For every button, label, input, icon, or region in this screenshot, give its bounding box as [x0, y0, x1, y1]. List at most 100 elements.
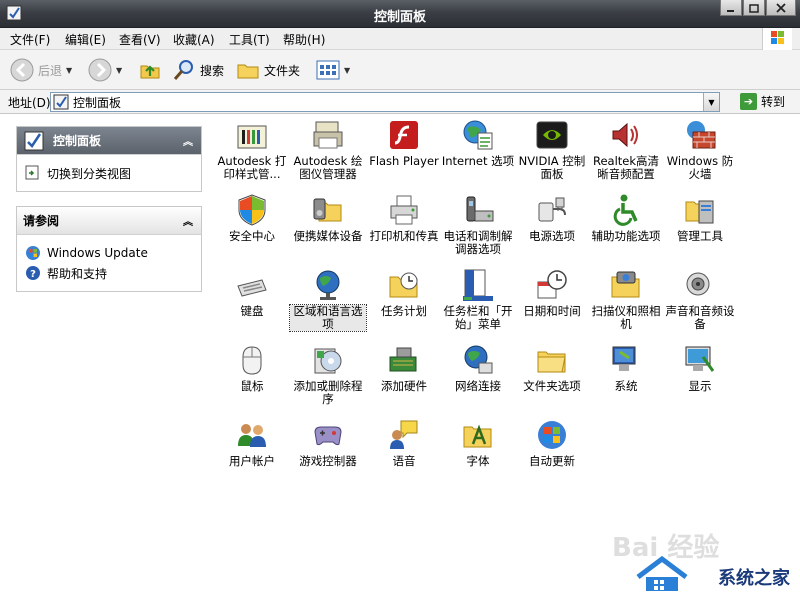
- item-admin-tools[interactable]: 管理工具: [662, 193, 738, 265]
- forward-button[interactable]: ▼: [88, 57, 122, 83]
- nvidia-icon: [536, 121, 568, 149]
- item-label: 便携媒体设备: [293, 229, 363, 243]
- item-security-center[interactable]: 安全中心: [214, 193, 290, 265]
- house-logo-icon: [636, 555, 688, 591]
- address-field[interactable]: 控制面板 ▼: [50, 92, 720, 112]
- collapse-icon[interactable]: ︽: [183, 133, 193, 148]
- item-network-connections[interactable]: 网络连接: [440, 343, 516, 415]
- item-label: 字体: [466, 454, 490, 468]
- item-add-remove-programs[interactable]: 添加或删除程序: [290, 343, 366, 415]
- chevron-down-icon[interactable]: ▼: [66, 66, 72, 75]
- item-portable-media[interactable]: 便携媒体设备: [290, 193, 366, 265]
- item-flash-player[interactable]: Flash Player: [366, 118, 442, 190]
- folder-icon: [237, 64, 259, 79]
- menu-file[interactable]: 文件(F): [10, 31, 50, 48]
- item-sound-audio[interactable]: 声音和音频设备: [662, 268, 738, 340]
- menu-tools[interactable]: 工具(T): [229, 31, 270, 48]
- address-dropdown-button[interactable]: ▼: [703, 93, 719, 111]
- menu-bar: 文件(F) 编辑(E) 查看(V) 收藏(A) 工具(T) 帮助(H): [0, 28, 800, 50]
- item-folder-options[interactable]: 文件夹选项: [514, 343, 590, 415]
- see-also-header[interactable]: 请参阅 ︽: [17, 207, 201, 235]
- item-printers-faxes[interactable]: 打印机和传真: [366, 193, 442, 265]
- item-scheduled-tasks[interactable]: 任务计划: [366, 268, 442, 340]
- item-user-accounts[interactable]: 用户帐户: [214, 418, 290, 490]
- control-panel-panel: 控制面板 ︽ 切换到分类视图: [16, 126, 202, 192]
- item-add-hardware[interactable]: 添加硬件: [366, 343, 442, 415]
- menu-favorites[interactable]: 收藏(A): [173, 31, 215, 48]
- title-bar[interactable]: 控制面板: [0, 0, 800, 28]
- collapse-icon[interactable]: ︽: [183, 213, 193, 228]
- item-keyboard[interactable]: 键盘: [214, 268, 290, 340]
- item-automatic-updates[interactable]: 自动更新: [514, 418, 590, 490]
- item-phone-modem[interactable]: 电话和调制解调器选项: [440, 193, 516, 265]
- item-label: Realtek高清晰音频配置: [592, 154, 660, 181]
- menu-edit[interactable]: 编辑(E): [65, 31, 106, 48]
- speaker-icon: [686, 272, 710, 296]
- switch-category-view-link[interactable]: 切换到分类视图: [25, 163, 193, 183]
- minimize-button[interactable]: [720, 0, 742, 16]
- back-button[interactable]: 后退 ▼: [10, 57, 72, 83]
- item-regional-language[interactable]: 区域和语言选项: [289, 268, 367, 340]
- item-fonts[interactable]: 字体: [440, 418, 516, 490]
- item-label: 文件夹选项: [523, 379, 581, 393]
- item-autodesk-plotter[interactable]: Autodesk 绘图仪管理器: [290, 118, 366, 190]
- up-folder-icon: [140, 65, 160, 79]
- security-shield-icon: [238, 194, 266, 226]
- item-label: Flash Player: [369, 154, 439, 168]
- item-windows-firewall[interactable]: Windows 防火墙: [662, 118, 738, 190]
- item-label: 网络连接: [455, 379, 501, 393]
- window-title: 控制面板: [373, 10, 426, 25]
- item-label: 区域和语言选项: [289, 304, 367, 332]
- item-speech[interactable]: 语音: [366, 418, 442, 490]
- go-arrow-icon: ➔: [740, 93, 757, 110]
- folder-options-icon: [537, 351, 566, 373]
- add-hardware-icon: [389, 347, 417, 372]
- windows-update-link[interactable]: Windows Update: [25, 243, 193, 263]
- windows-flag-icon: [538, 421, 566, 449]
- item-mouse[interactable]: 鼠标: [214, 343, 290, 415]
- item-game-controllers[interactable]: 游戏控制器: [290, 418, 366, 490]
- menu-view[interactable]: 查看(V): [119, 31, 161, 48]
- add-remove-icon: [314, 348, 342, 374]
- address-label: 地址(D): [8, 96, 51, 110]
- admin-tools-icon: [685, 200, 714, 224]
- item-autodesk-print-style[interactable]: Autodesk 打印样式管...: [214, 118, 290, 190]
- back-arrow-icon: [10, 58, 34, 82]
- watermark: Bai 经验 系统之家: [604, 515, 800, 600]
- item-accessibility[interactable]: 辅助功能选项: [588, 193, 664, 265]
- close-icon: [776, 2, 786, 13]
- close-button[interactable]: [766, 0, 796, 16]
- item-taskbar-start[interactable]: 任务栏和「开始」菜单: [440, 268, 516, 340]
- folders-button[interactable]: 文件夹: [236, 57, 300, 83]
- speech-icon: [390, 420, 418, 449]
- help-support-link[interactable]: ? 帮助和支持: [25, 263, 193, 283]
- item-internet-options[interactable]: Internet 选项: [440, 118, 516, 190]
- up-folder-button[interactable]: [138, 57, 162, 83]
- item-nvidia[interactable]: NVIDIA 控制面板: [514, 118, 590, 190]
- control-panel-panel-header[interactable]: 控制面板 ︽: [17, 127, 201, 155]
- item-label: 管理工具: [677, 229, 723, 243]
- windows-logo: [762, 28, 792, 50]
- control-panel-icon: [24, 131, 44, 150]
- panel-title: 控制面板: [53, 134, 102, 148]
- system-icon: [612, 346, 636, 371]
- item-date-time[interactable]: 日期和时间: [514, 268, 590, 340]
- keyboard-icon: [237, 279, 267, 297]
- views-button[interactable]: ▼: [316, 57, 350, 83]
- search-icon: [173, 60, 193, 80]
- item-system[interactable]: 系统: [588, 343, 664, 415]
- chevron-down-icon[interactable]: ▼: [116, 66, 122, 75]
- item-display[interactable]: 显示: [662, 343, 738, 415]
- item-power-options[interactable]: 电源选项: [514, 193, 590, 265]
- item-label: 显示: [688, 379, 712, 393]
- menu-help[interactable]: 帮助(H): [283, 31, 325, 48]
- windows-update-icon: [26, 246, 40, 260]
- item-realtek-audio[interactable]: Realtek高清晰音频配置: [588, 118, 664, 190]
- go-button[interactable]: ➔ 转到: [740, 93, 785, 110]
- help-support-label: 帮助和支持: [47, 266, 108, 281]
- item-scanners-cameras[interactable]: 扫描仪和照相机: [588, 268, 664, 340]
- taskbar-icon: [463, 269, 493, 301]
- maximize-button[interactable]: [743, 0, 765, 16]
- search-button[interactable]: 搜索: [172, 57, 224, 83]
- autodesk-print-style-icon: [237, 125, 267, 149]
